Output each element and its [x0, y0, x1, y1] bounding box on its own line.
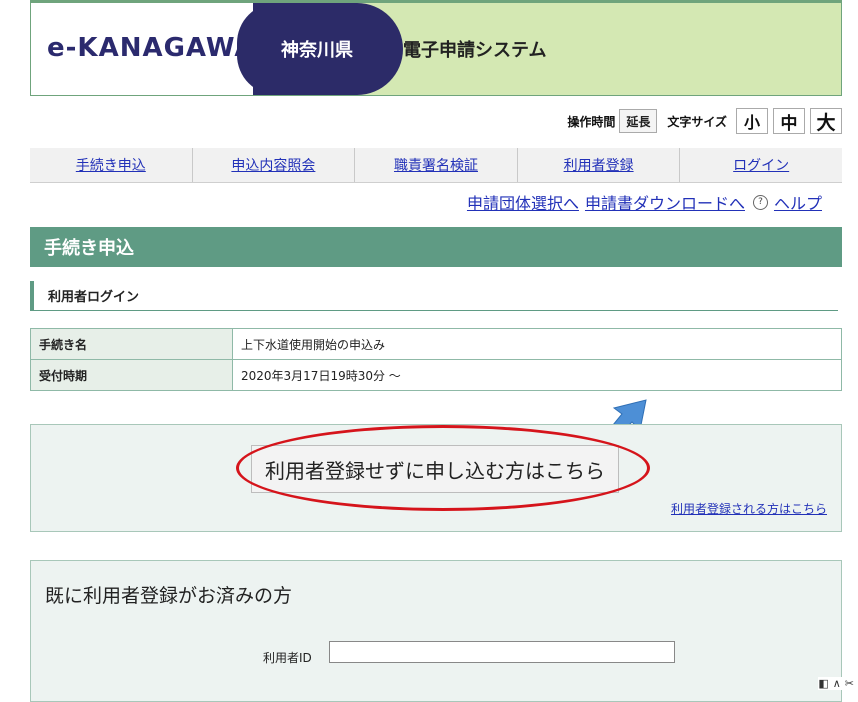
font-size-large-button[interactable]: 大: [810, 108, 842, 134]
logo-area: e-KANAGAWA: [31, 3, 267, 95]
extend-button[interactable]: 延長: [619, 109, 658, 133]
nav-user-registration[interactable]: 利用者登録: [518, 148, 681, 182]
table-row: 受付時期 2020年3月17日19時30分 ～: [30, 359, 842, 391]
main-nav: 手続き申込 申込内容照会 職責署名検証 利用者登録 ログイン: [30, 148, 842, 183]
table-row: 手続き名 上下水道使用開始の申込み: [30, 328, 842, 360]
login-title: 既に利用者登録がお済みの方: [45, 585, 293, 607]
tray-icon[interactable]: ✂: [845, 677, 854, 690]
font-size-label: 文字サイズ: [667, 114, 727, 129]
info-value: 上下水道使用開始の申込み: [232, 328, 842, 360]
site-logo[interactable]: e-KANAGAWA: [47, 33, 256, 63]
login-panel: 既に利用者登録がお済みの方 利用者ID: [30, 560, 842, 702]
guest-application-panel: 利用者登録せずに申し込む方はこちら 利用者登録される方はこちら: [30, 424, 842, 532]
font-size-medium-button[interactable]: 中: [773, 108, 805, 134]
info-key: 手続き名: [30, 328, 233, 360]
apply-without-registration-button[interactable]: 利用者登録せずに申し込む方はこちら: [251, 445, 619, 493]
user-id-label: 利用者ID: [263, 651, 312, 665]
form-download-link[interactable]: 申請書ダウンロードへ: [585, 190, 745, 214]
tray-icon[interactable]: ∧: [833, 677, 841, 690]
nav-signature-verification[interactable]: 職責署名検証: [355, 148, 518, 182]
utility-bar: 操作時間 延長 文字サイズ 小 中 大: [567, 108, 842, 134]
operation-time-label: 操作時間: [567, 114, 616, 129]
register-user-link[interactable]: 利用者登録される方はこちら: [671, 500, 827, 517]
nav-procedure-application[interactable]: 手続き申込: [30, 148, 193, 182]
help-link[interactable]: ヘルプ: [774, 190, 822, 214]
sub-nav: 申請団体選択へ 申請書ダウンロードへ ? ヘルプ: [461, 190, 822, 214]
prefecture-label: 神奈川県: [281, 40, 353, 61]
section-subtitle: 利用者ログイン: [30, 281, 838, 311]
font-size-small-button[interactable]: 小: [736, 108, 768, 134]
procedure-info-table: 手続き名 上下水道使用開始の申込み 受付時期 2020年3月17日19時30分 …: [30, 328, 842, 391]
system-tray: ◧ ∧ ✂: [818, 677, 854, 690]
help-icon[interactable]: ?: [752, 194, 768, 210]
info-key: 受付時期: [30, 359, 233, 391]
nav-login[interactable]: ログイン: [680, 148, 842, 182]
tray-icon[interactable]: ◧: [818, 677, 828, 690]
site-header: e-KANAGAWA 神奈川県 電子申請システム: [30, 0, 842, 96]
user-id-input[interactable]: [329, 641, 675, 663]
system-title: 電子申請システム: [403, 40, 547, 61]
group-select-link[interactable]: 申請団体選択へ: [467, 190, 579, 214]
nav-application-inquiry[interactable]: 申込内容照会: [193, 148, 356, 182]
section-title: 手続き申込: [30, 227, 842, 267]
info-value: 2020年3月17日19時30分 ～: [232, 359, 842, 391]
